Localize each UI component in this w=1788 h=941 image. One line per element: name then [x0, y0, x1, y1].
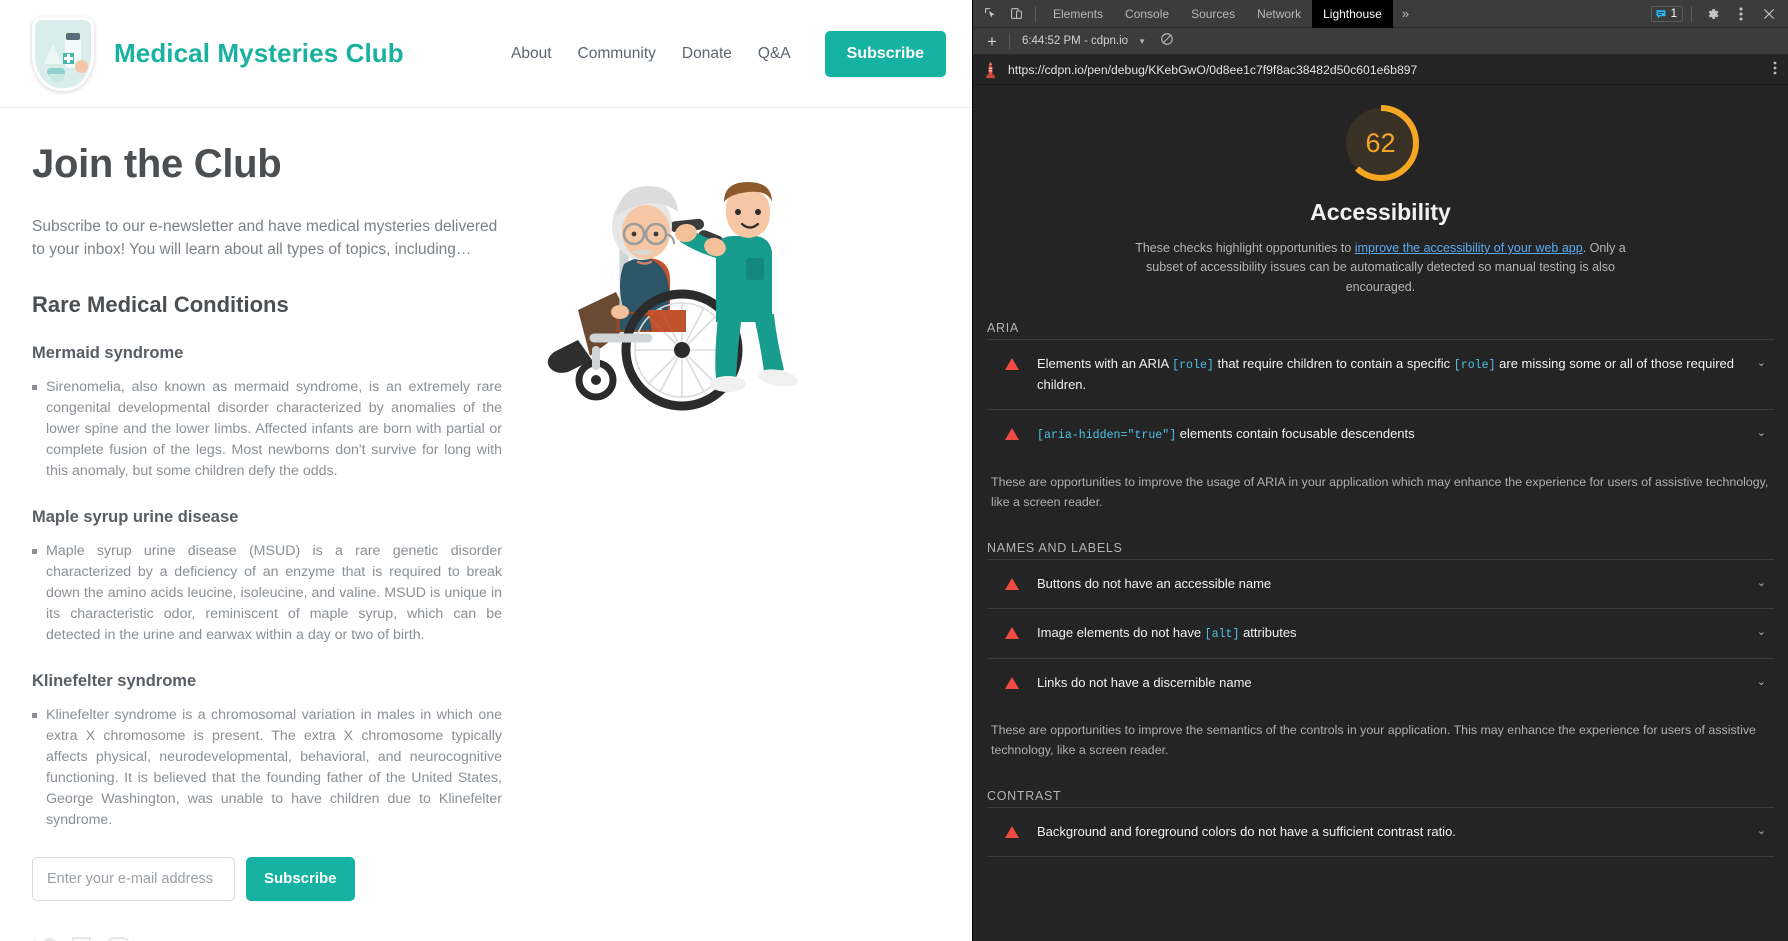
- devtools-tabs: Elements Console Sources Network Lightho…: [1042, 0, 1393, 28]
- lighthouse-subbar: + 6:44:52 PM - cdpn.io ▼: [973, 28, 1788, 55]
- header-subscribe-button[interactable]: Subscribe: [824, 30, 946, 77]
- chevron-down-icon[interactable]: ⌄: [1757, 356, 1766, 369]
- audit-row[interactable]: Image elements do not have [alt] attribu…: [987, 608, 1774, 658]
- nav-item-donate[interactable]: Donate: [682, 45, 732, 63]
- email-input[interactable]: [32, 856, 235, 901]
- group-title-names-and-labels: NAMES AND LABELS: [987, 540, 1123, 555]
- report-options-icon[interactable]: [1768, 61, 1782, 78]
- main-navigation: About Community Donate Q&A Subscribe: [511, 30, 946, 77]
- fail-triangle-icon: [1005, 358, 1019, 371]
- intro-paragraph: Subscribe to our e-newsletter and have m…: [32, 218, 498, 259]
- report-url-bar: https://cdpn.io/pen/debug/KKebGwO/0d8ee1…: [973, 55, 1788, 85]
- audit-title: Links do not have a discernible name: [1037, 675, 1252, 690]
- list-item: Klinefelter syndrome is a chromosomal va…: [32, 705, 502, 831]
- nav-item-qa[interactable]: Q&A: [758, 45, 791, 63]
- audit-title: Background and foreground colors do not …: [1037, 823, 1456, 839]
- lighthouse-report: 62 Accessibility These checks highlight …: [973, 85, 1788, 941]
- more-tabs-icon[interactable]: »: [1393, 6, 1418, 21]
- instagram-icon[interactable]: [106, 935, 131, 941]
- chevron-down-icon[interactable]: ⌄: [1757, 675, 1766, 688]
- device-toolbar-icon[interactable]: [1003, 2, 1029, 26]
- devtools-panel: Elements Console Sources Network Lightho…: [972, 0, 1788, 941]
- tab-sources[interactable]: Sources: [1180, 0, 1246, 28]
- group-title-contrast: CONTRAST: [987, 788, 1062, 803]
- chevron-down-icon[interactable]: ⌄: [1757, 625, 1766, 638]
- site-header: Medical Mysteries Club About Community D…: [0, 0, 972, 108]
- audit-title: Image elements do not have [alt] attribu…: [1037, 625, 1297, 642]
- subbar-divider: [1008, 32, 1010, 50]
- code-token: [role]: [1453, 359, 1496, 373]
- code-token: [aria-hidden="true"]: [1037, 429, 1177, 443]
- more-options-icon[interactable]: [1728, 2, 1754, 26]
- tab-network[interactable]: Network: [1246, 0, 1312, 28]
- report-url: https://cdpn.io/pen/debug/KKebGwO/0d8ee1…: [1008, 62, 1418, 77]
- list-item: Maple syrup urine disease (MSUD) is a ra…: [32, 541, 502, 646]
- code-token: [alt]: [1204, 628, 1240, 642]
- description-pre: These checks highlight opportunities to: [1135, 241, 1355, 255]
- site-brand-title: Medical Mysteries Club: [114, 38, 404, 68]
- condition-list-1: Sirenomelia, also known as mermaid syndr…: [32, 377, 502, 482]
- audit-row[interactable]: Links do not have a discernible name ⌄: [987, 658, 1774, 707]
- toolbar-right-actions: 1: [1650, 2, 1788, 26]
- list-item: Sirenomelia, also known as mermaid syndr…: [32, 377, 502, 482]
- shield-lab-badge-icon[interactable]: [32, 16, 94, 91]
- report-select-label[interactable]: 6:44:52 PM - cdpn.io: [1014, 35, 1128, 47]
- newsletter-form: Subscribe: [32, 856, 940, 901]
- chevron-down-icon[interactable]: ⌄: [1757, 426, 1766, 439]
- nav-item-community[interactable]: Community: [578, 45, 656, 63]
- app-screen: Medical Mysteries Club About Community D…: [0, 0, 1788, 941]
- fail-triangle-icon: [1005, 677, 1019, 689]
- tab-console[interactable]: Console: [1114, 0, 1180, 28]
- nurse-wheelchair-illustration: [547, 182, 798, 411]
- accessibility-docs-link[interactable]: improve the accessibility of your web ap…: [1355, 241, 1583, 255]
- category-description: These checks highlight opportunities to …: [1131, 239, 1631, 297]
- chevron-down-icon[interactable]: ⌄: [1757, 576, 1766, 589]
- toolbar-divider: [1035, 5, 1036, 22]
- close-icon[interactable]: [1756, 2, 1782, 26]
- audit-row[interactable]: [aria-hidden="true"] elements contain fo…: [987, 409, 1774, 459]
- issues-badge[interactable]: 1: [1650, 5, 1683, 22]
- score-gauge-area: 62 Accessibility These checks highlight …: [987, 85, 1774, 297]
- nav-item-about[interactable]: About: [511, 45, 552, 63]
- audit-row[interactable]: Elements with an ARIA [role] that requir…: [987, 339, 1774, 409]
- chevron-down-icon[interactable]: ▼: [1132, 37, 1146, 46]
- audit-title: [aria-hidden="true"] elements contain fo…: [1037, 426, 1415, 443]
- issues-message-icon: [1656, 9, 1666, 18]
- condition-list-3: Klinefelter syndrome is a chromosomal va…: [32, 705, 502, 831]
- form-subscribe-button[interactable]: Subscribe: [246, 856, 355, 901]
- chevron-down-icon[interactable]: ⌄: [1757, 824, 1766, 837]
- social-links: [32, 935, 940, 941]
- lighthouse-favicon: [986, 61, 995, 78]
- tab-lighthouse[interactable]: Lighthouse: [1312, 0, 1393, 28]
- fail-triangle-icon: [1005, 627, 1019, 640]
- audit-title: Buttons do not have an accessible name: [1037, 575, 1272, 591]
- group-title-aria: ARIA: [987, 321, 1019, 336]
- fail-triangle-icon: [1005, 428, 1019, 441]
- plus-icon[interactable]: +: [979, 33, 1005, 50]
- toolbar-divider-2: [1691, 5, 1692, 22]
- devtools-toolbar: Elements Console Sources Network Lightho…: [973, 0, 1788, 28]
- tab-elements[interactable]: Elements: [1042, 0, 1114, 28]
- fail-triangle-icon: [1005, 825, 1019, 838]
- inspect-element-icon[interactable]: [977, 2, 1003, 26]
- code-token: [role]: [1172, 359, 1214, 373]
- fail-triangle-icon: [1005, 577, 1019, 590]
- group-description-names-and-labels: These are opportunities to improve the s…: [991, 723, 1756, 757]
- group-description-aria: These are opportunities to improve the u…: [991, 475, 1769, 510]
- gear-icon[interactable]: [1700, 2, 1726, 26]
- condition-list-2: Maple syrup urine disease (MSUD) is a ra…: [32, 541, 502, 646]
- condition-title-3: Klinefelter syndrome: [32, 671, 197, 690]
- audit-title: Elements with an ARIA [role] that requir…: [1037, 356, 1734, 393]
- audit-row[interactable]: Buttons do not have an accessible name ⌄: [987, 558, 1774, 608]
- issues-count: 1: [1670, 7, 1677, 20]
- twitch-icon[interactable]: [69, 935, 94, 941]
- clear-all-icon[interactable]: [1160, 32, 1174, 51]
- audit-row[interactable]: Background and foreground colors do not …: [987, 806, 1774, 857]
- twitter-icon[interactable]: [32, 935, 57, 941]
- web-page-viewport: Medical Mysteries Club About Community D…: [0, 0, 972, 941]
- accessibility-score-gauge[interactable]: 62: [1339, 101, 1423, 185]
- condition-title-2: Maple syrup urine disease: [32, 507, 239, 526]
- score-value: 62: [1365, 127, 1396, 158]
- category-title: Accessibility: [1310, 199, 1451, 225]
